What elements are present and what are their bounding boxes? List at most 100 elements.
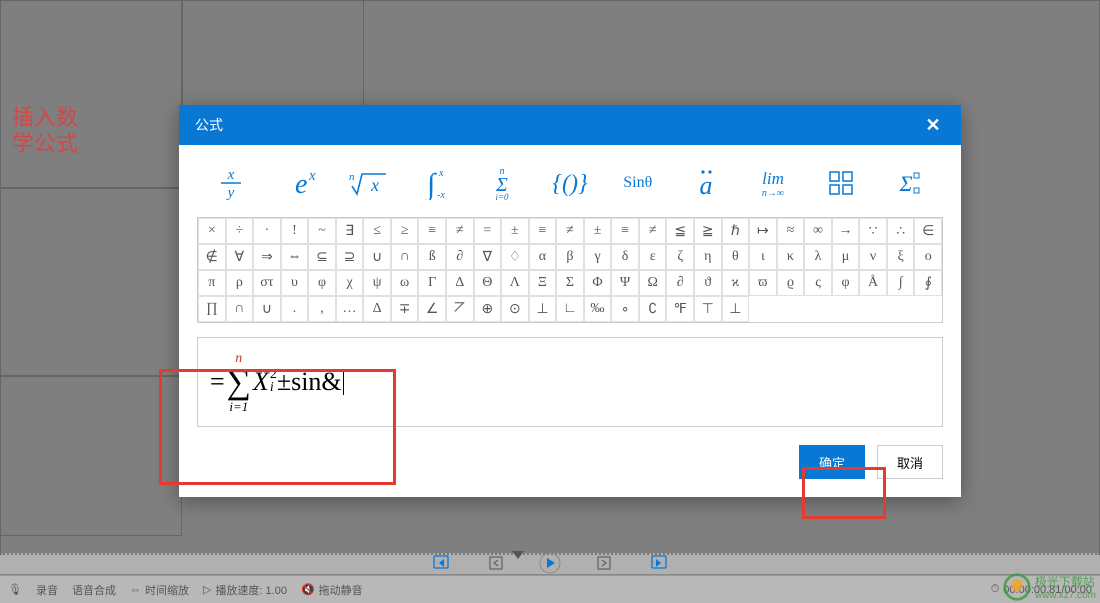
next-frame-icon[interactable]: [589, 551, 619, 575]
template-root[interactable]: nx: [337, 163, 397, 203]
symbol-cell[interactable]: ∟: [556, 296, 584, 322]
symbol-cell[interactable]: ≦: [666, 218, 694, 244]
symbol-cell[interactable]: Γ: [418, 270, 446, 296]
symbol-cell[interactable]: στ: [253, 270, 281, 296]
symbol-cell[interactable]: ϰ: [722, 270, 750, 296]
symbol-cell[interactable]: ≠: [446, 218, 474, 244]
symbol-cell[interactable]: ϑ: [694, 270, 722, 296]
symbol-cell[interactable]: ο: [914, 244, 942, 270]
symbol-cell[interactable]: ~: [308, 218, 336, 244]
symbol-cell[interactable]: ∂: [446, 244, 474, 270]
symbol-cell[interactable]: Δ: [363, 296, 391, 322]
symbol-cell[interactable]: ε: [639, 244, 667, 270]
symbol-cell[interactable]: ↦: [749, 218, 777, 244]
symbol-cell[interactable]: ∏: [198, 296, 226, 322]
symbol-cell[interactable]: α: [529, 244, 557, 270]
symbol-cell[interactable]: ∩: [226, 296, 254, 322]
close-icon[interactable]: ✕: [921, 113, 945, 137]
symbol-cell[interactable]: ∉: [198, 244, 226, 270]
symbol-cell[interactable]: ≡: [418, 218, 446, 244]
symbol-cell[interactable]: ι: [749, 244, 777, 270]
symbol-cell[interactable]: ξ: [887, 244, 915, 270]
symbol-cell[interactable]: ×: [198, 218, 226, 244]
symbol-cell[interactable]: μ: [832, 244, 860, 270]
symbol-cell[interactable]: ±: [501, 218, 529, 244]
symbol-cell[interactable]: ⊤: [694, 296, 722, 322]
symbol-cell[interactable]: ⊇: [336, 244, 364, 270]
symbol-cell[interactable]: ≥: [391, 218, 419, 244]
symbol-cell[interactable]: ν: [859, 244, 887, 270]
symbol-cell[interactable]: ϱ: [777, 270, 805, 296]
symbol-cell[interactable]: λ: [804, 244, 832, 270]
symbol-cell[interactable]: ∘: [611, 296, 639, 322]
symbol-cell[interactable]: ⊥: [722, 296, 750, 322]
symbol-cell[interactable]: ℉: [666, 296, 694, 322]
symbol-cell[interactable]: ⇔: [281, 244, 309, 270]
symbol-cell[interactable]: ÷: [226, 218, 254, 244]
symbol-cell[interactable]: ∀: [226, 244, 254, 270]
symbol-cell[interactable]: …: [336, 296, 364, 322]
mic-icon[interactable]: 🎙: [8, 583, 22, 596]
symbol-cell[interactable]: χ: [336, 270, 364, 296]
template-limit[interactable]: limn→∞: [743, 163, 803, 203]
symbol-cell[interactable]: ω: [391, 270, 419, 296]
ok-button[interactable]: 确定: [799, 445, 865, 479]
symbol-cell[interactable]: ±: [584, 218, 612, 244]
symbol-cell[interactable]: ⦢: [446, 296, 474, 322]
symbol-cell[interactable]: η: [694, 244, 722, 270]
symbol-cell[interactable]: ≈: [777, 218, 805, 244]
template-braces[interactable]: {()}: [540, 163, 600, 203]
symbol-cell[interactable]: ≡: [529, 218, 557, 244]
symbol-cell[interactable]: β: [556, 244, 584, 270]
symbol-cell[interactable]: ς: [804, 270, 832, 296]
symbol-cell[interactable]: ∇: [474, 244, 502, 270]
symbol-cell[interactable]: ∈: [914, 218, 942, 244]
symbol-cell[interactable]: ∞: [804, 218, 832, 244]
prev-frame-icon[interactable]: [481, 551, 511, 575]
symbol-cell[interactable]: π: [198, 270, 226, 296]
symbol-cell[interactable]: ℏ: [722, 218, 750, 244]
symbol-cell[interactable]: ß: [418, 244, 446, 270]
symbol-cell[interactable]: ≠: [639, 218, 667, 244]
symbol-cell[interactable]: ζ: [666, 244, 694, 270]
symbol-cell[interactable]: ♢: [501, 244, 529, 270]
record-button[interactable]: 录音: [36, 582, 58, 598]
symbol-cell[interactable]: Λ: [501, 270, 529, 296]
symbol-cell[interactable]: ψ: [363, 270, 391, 296]
symbol-cell[interactable]: ∁: [639, 296, 667, 322]
play-icon[interactable]: [535, 551, 565, 575]
symbol-cell[interactable]: Å: [859, 270, 887, 296]
symbol-cell[interactable]: δ: [611, 244, 639, 270]
symbol-cell[interactable]: Θ: [474, 270, 502, 296]
symbol-cell[interactable]: κ: [777, 244, 805, 270]
symbol-cell[interactable]: Ξ: [529, 270, 557, 296]
symbol-cell[interactable]: ⊥: [529, 296, 557, 322]
symbol-cell[interactable]: ρ: [226, 270, 254, 296]
symbol-cell[interactable]: .: [281, 296, 309, 322]
symbol-cell[interactable]: υ: [281, 270, 309, 296]
tts-button[interactable]: 语音合成: [72, 582, 116, 598]
symbol-cell[interactable]: Ω: [639, 270, 667, 296]
template-matrix[interactable]: [811, 163, 871, 203]
symbol-cell[interactable]: ‰: [584, 296, 612, 322]
symbol-cell[interactable]: Φ: [584, 270, 612, 296]
next-slide-icon[interactable]: [643, 551, 673, 575]
symbol-cell[interactable]: ≤: [363, 218, 391, 244]
symbol-cell[interactable]: ∫: [887, 270, 915, 296]
formula-input[interactable]: = n ∑ i=1 X 2 i ± sin&: [197, 337, 943, 427]
symbol-cell[interactable]: γ: [584, 244, 612, 270]
symbol-cell[interactable]: ≠: [556, 218, 584, 244]
template-bigop[interactable]: Σ: [879, 163, 939, 203]
symbol-cell[interactable]: ∪: [363, 244, 391, 270]
symbol-cell[interactable]: φ: [832, 270, 860, 296]
prev-slide-icon[interactable]: [427, 551, 457, 575]
symbol-cell[interactable]: ≡: [611, 218, 639, 244]
mute-button[interactable]: 🔇拖动静音: [301, 582, 363, 598]
symbol-cell[interactable]: φ: [308, 270, 336, 296]
symbol-cell[interactable]: ∪: [253, 296, 281, 322]
template-accent[interactable]: a: [676, 163, 736, 203]
symbol-cell[interactable]: ∵: [859, 218, 887, 244]
symbol-cell[interactable]: !: [281, 218, 309, 244]
symbol-cell[interactable]: ∠: [418, 296, 446, 322]
symbol-cell[interactable]: Ψ: [611, 270, 639, 296]
